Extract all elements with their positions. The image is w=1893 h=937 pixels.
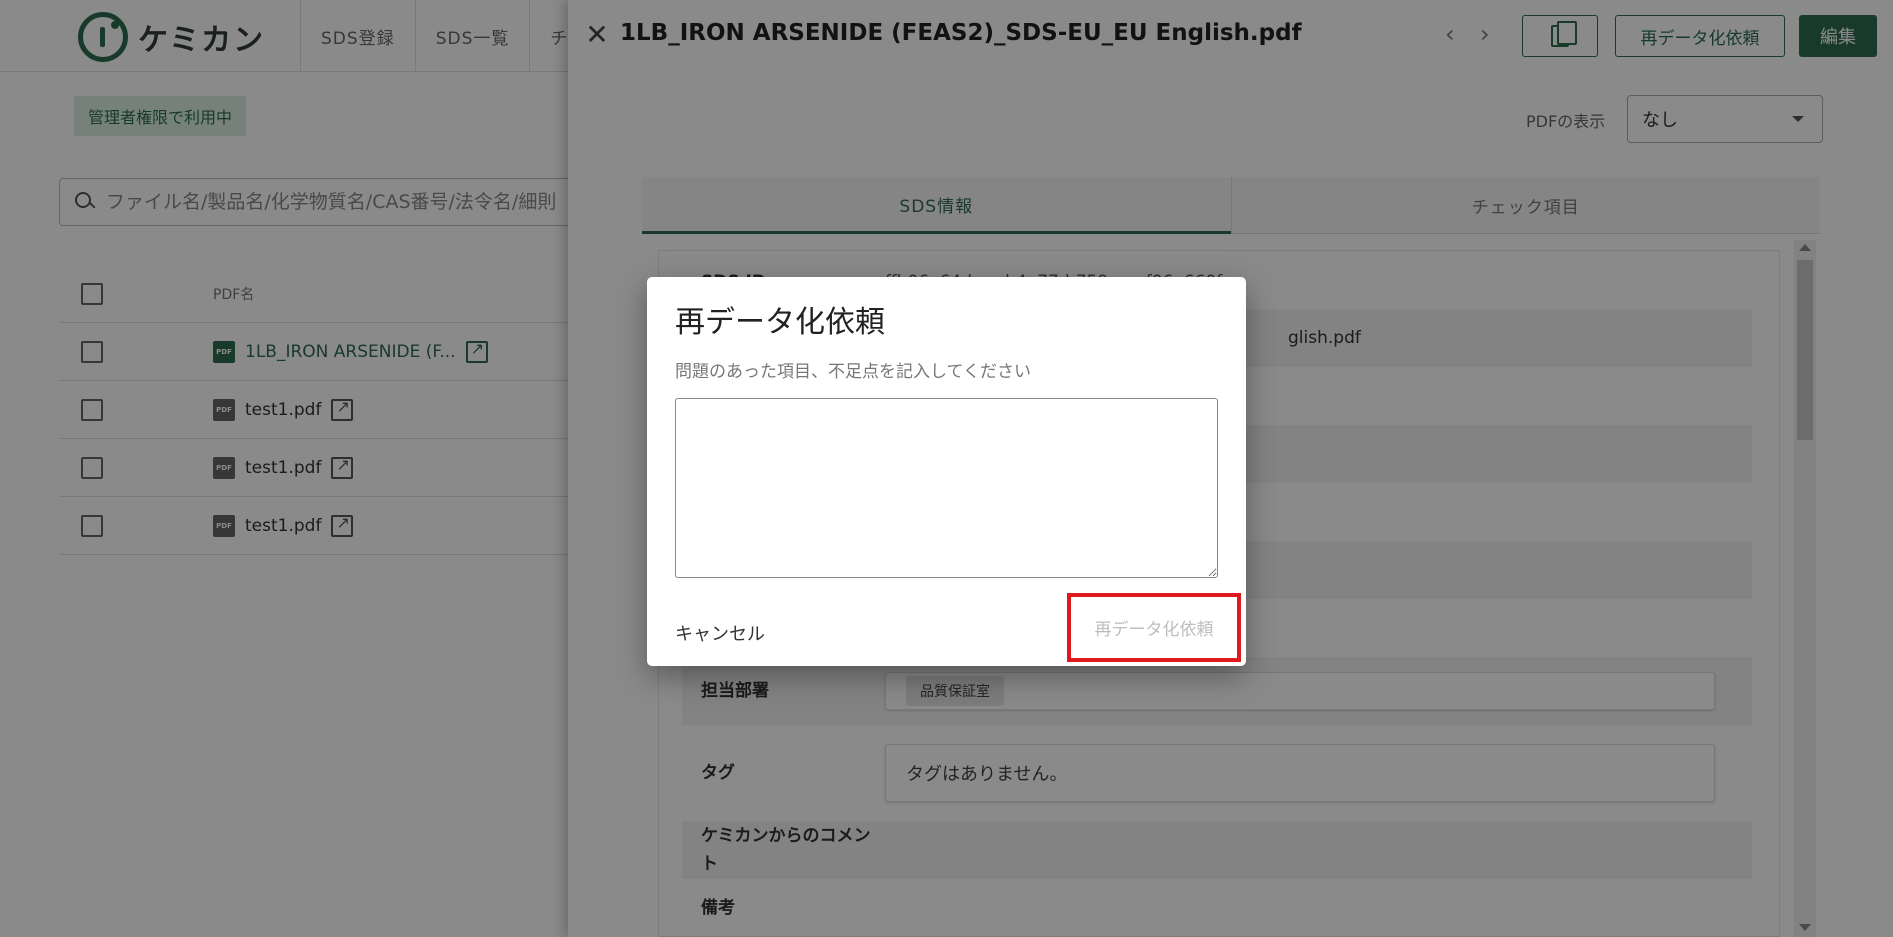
cancel-button[interactable]: キャンセル xyxy=(675,620,765,646)
redata-request-dialog: 再データ化依頼 問題のあった項目、不足点を記入してください キャンセル 再データ… xyxy=(647,277,1246,666)
submit-redata-button[interactable]: 再データ化依頼 xyxy=(1067,593,1241,662)
dialog-title: 再データ化依頼 xyxy=(675,305,885,340)
dialog-hint: 問題のあった項目、不足点を記入してください xyxy=(675,362,1031,382)
issue-description-textarea[interactable] xyxy=(675,398,1218,578)
